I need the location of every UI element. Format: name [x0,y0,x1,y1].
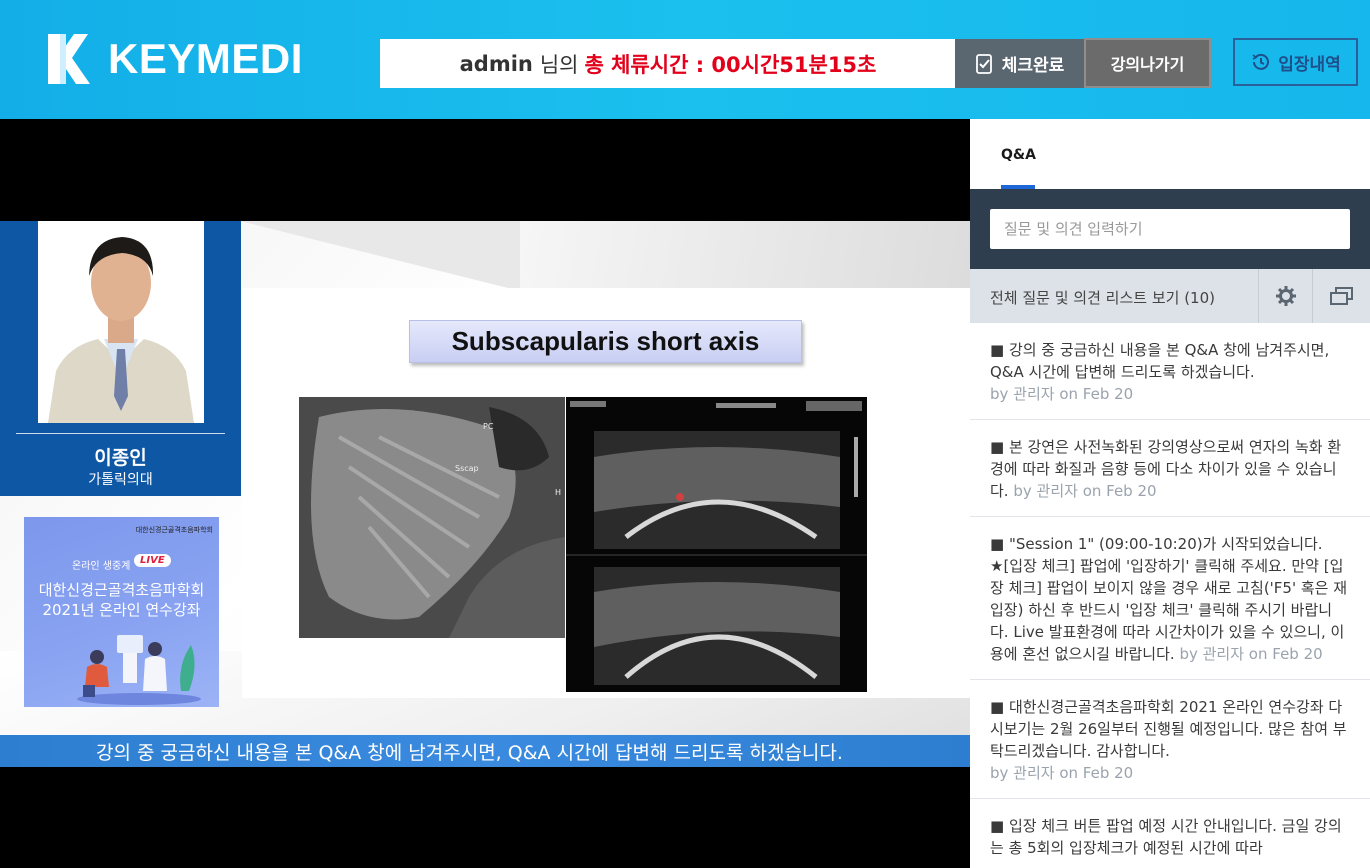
exit-lecture-button[interactable]: 강의나가기 [1084,38,1211,88]
qa-input-panel [970,189,1370,269]
qa-post-text: ■ "Session 1" (09:00-10:20)가 시작되었습니다. ★[… [990,535,1348,663]
qa-post: ■ 입장 체크 버튼 팝업 예정 시간 안내입니다. 금일 강의는 총 5회의 … [970,799,1370,868]
qa-post-text: ■ 대한신경근골격초음파학회 2021 온라인 연수강좌 다시보기는 2월 26… [990,698,1347,760]
checklist-icon [975,53,992,74]
qa-post: ■ 본 강연은 사전녹화된 강의영상으로써 연자의 녹화 환경에 따라 화질과 … [970,420,1370,517]
qa-post-text: ■ 강의 중 궁금하신 내용을 본 Q&A 창에 남겨주시면, Q&A 시간에 … [990,341,1330,381]
qa-post-text: ■ 입장 체크 버튼 팝업 예정 시간 안내입니다. 금일 강의는 총 5회의 … [990,817,1342,857]
qa-post-author: by 관리자 on Feb 20 [990,764,1134,782]
speaker-affiliation: 가톨릭의대 [88,472,153,488]
qa-list-bar: 전체 질문 및 의견 리스트 보기 (10) [970,269,1370,323]
timer-suffix: 님의 [539,52,579,77]
qa-sidebar: Q&A 전체 질문 및 의견 리스트 보기 (10) [970,119,1370,868]
banner-title-line2: 2021년 온라인 연수강좌 [42,601,201,619]
live-badge: LIVE [134,554,171,567]
logo-text: KEYMEDI [108,35,303,82]
qa-post: ■ 강의 중 궁금하신 내용을 본 Q&A 창에 남겨주시면, Q&A 시간에 … [970,323,1370,420]
banner-live-label: 온라인 생중계 [72,561,131,572]
video-player[interactable]: 이종인 가톨릭의대 대한신경근골격초음파학회 온라인 생중계 LIVE 대한신경… [0,119,970,868]
qa-post: ■ "Session 1" (09:00-10:20)가 시작되었습니다. ★[… [970,517,1370,680]
banner-title-line1: 대한신경근골격초음파학회 [38,581,205,599]
speaker-photo [38,221,204,423]
stay-time-display: admin 님의 총 체류시간 : 00시간51분15초 [380,39,956,88]
svg-text:PC: PC [483,422,494,431]
qa-post-list: ■ 강의 중 궁금하신 내용을 본 Q&A 창에 남겨주시면, Q&A 시간에 … [970,323,1370,868]
subtitle-bar: 강의 중 궁금하신 내용을 본 Q&A 창에 남겨주시면, Q&A 시간에 답변… [0,735,970,767]
svg-text:Sscap: Sscap [455,464,479,473]
check-complete-label: 체크완료 [1001,56,1065,76]
gear-icon [1275,286,1296,306]
qa-post-author: by 관리자 on Feb 20 [1179,645,1323,663]
event-banner: 대한신경근골격초음파학회 온라인 생중계 LIVE 대한신경근골격초음파학회 2… [24,517,219,707]
qa-input[interactable] [990,209,1350,249]
qa-post-author: by 관리자 on Feb 20 [1013,482,1157,500]
all-questions-link[interactable]: 전체 질문 및 의견 리스트 보기 (10) [990,287,1215,308]
settings-button[interactable] [1258,269,1312,323]
exit-lecture-label: 강의나가기 [1110,55,1185,74]
timer-value: 총 체류시간 : 00시간51분15초 [584,52,877,77]
speaker-panel: 이종인 가톨릭의대 [0,221,241,496]
logo-mark-icon [46,32,106,86]
qa-post-author: by 관리자 on Feb 20 [990,385,1134,403]
ultrasound-image [566,397,867,692]
keymedi-logo[interactable]: KEYMEDI [46,32,303,86]
entry-history-button[interactable]: 입장내역 [1233,38,1358,86]
timer-username: admin [459,51,533,76]
svg-text:H: H [555,488,561,497]
banner-illustration [77,635,201,705]
popout-window-icon [1329,287,1353,305]
cadaver-image: PC Sscap H [299,397,565,638]
check-complete-button[interactable]: 체크완료 [955,39,1084,88]
entry-history-label: 입장내역 [1278,54,1341,75]
slide-title: Subscapularis short axis [409,320,802,363]
clock-history-icon [1252,53,1270,70]
qa-post: ■ 대한신경근골격초음파학회 2021 온라인 연수강좌 다시보기는 2월 26… [970,680,1370,799]
tab-qa[interactable]: Q&A [1001,147,1036,163]
popout-button[interactable] [1312,269,1370,323]
header: KEYMEDI admin 님의 총 체류시간 : 00시간51분15초 체크완… [0,0,1370,119]
banner-org: 대한신경근골격초음파학회 [135,526,213,534]
speaker-name: 이종인 [94,447,147,469]
